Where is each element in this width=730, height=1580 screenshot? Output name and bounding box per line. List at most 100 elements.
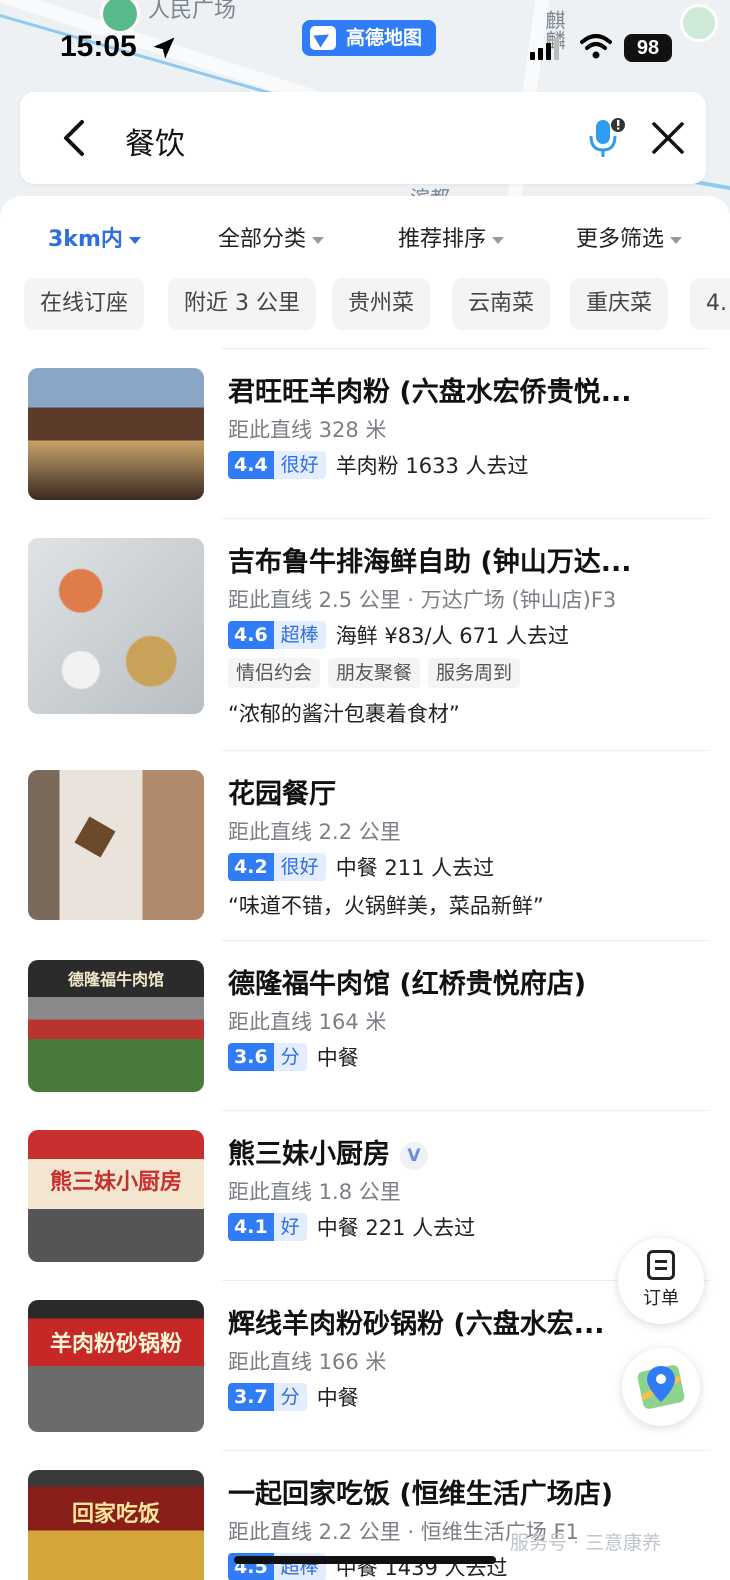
chip-more[interactable]: 4. — [690, 278, 730, 330]
list-item[interactable]: 君旺旺羊肉粉 (六盘水宏侨贵悦... 距此直线 328 米 4.4 很好 羊肉粉 1… — [0, 348, 730, 518]
chip-chongqing[interactable]: 重庆菜 — [570, 278, 669, 330]
filter-sort[interactable]: 推荐排序 — [398, 220, 505, 260]
rating-label: 分 — [273, 1043, 307, 1071]
restaurant-distance: 距此直线 2.5 公里 · 万达广场 (钟山店)F3 — [228, 588, 617, 612]
divider — [222, 1110, 710, 1111]
divider — [222, 348, 710, 349]
chip-guizhou[interactable]: 贵州菜 — [332, 278, 431, 330]
chip-online-booking[interactable]: 在线订座 — [24, 278, 145, 330]
rating-score: 4.1 — [228, 1213, 274, 1241]
map-pin-icon — [637, 1365, 685, 1409]
search-bar[interactable]: 餐饮 — [20, 92, 706, 184]
battery-indicator: 98 — [624, 34, 672, 62]
feature-tag: 情侣约会 — [228, 658, 321, 688]
quick-filter-chips: 在线订座 附近 3 公里 贵州菜 云南菜 重庆菜 4. — [0, 278, 730, 330]
home-indicator[interactable] — [234, 1556, 496, 1564]
restaurant-photo[interactable] — [28, 368, 204, 500]
rating-row: 3.7 分中餐 — [228, 1382, 359, 1412]
storefront-sign: 熊三妹小厨房 — [49, 1170, 182, 1195]
orders-button[interactable]: 订单 — [618, 1238, 704, 1324]
rating-score: 4.6 — [228, 621, 274, 649]
rating-row: 4.4 很好 羊肉粉 1633 人去过 — [228, 450, 528, 480]
restaurant-meta: 中餐 — [316, 1046, 359, 1070]
list-item[interactable]: 吉布鲁牛排海鲜自助 (钟山万达... 距此直线 2.5 公里 · 万达广场 (钟… — [0, 518, 730, 750]
rating-score: 3.6 — [228, 1043, 274, 1071]
feature-tag: 朋友聚餐 — [328, 658, 421, 688]
filter-distance[interactable]: 3km内 — [48, 220, 141, 260]
voice-input-icon[interactable] — [586, 116, 626, 160]
filter-label: 全部分类 — [218, 227, 307, 252]
restaurant-meta: 海鲜 ¥83/人 671 人去过 — [335, 624, 569, 648]
watermark: 服务号 · 三意康养 — [510, 1532, 662, 1554]
filter-label: 推荐排序 — [398, 227, 487, 252]
filter-category[interactable]: 全部分类 — [218, 220, 325, 260]
restaurant-name: 熊三妹小厨房 V — [228, 1132, 668, 1171]
list-item[interactable]: 德隆福牛肉馆 德隆福牛肉馆 (红桥贵悦府店) 距此直线 164 米 3.6 分中餐 — [0, 940, 730, 1110]
rating-row: 4.2 很好 中餐 211 人去过 — [228, 852, 494, 882]
back-arrow-icon[interactable] — [56, 118, 96, 158]
rating-label: 很好 — [273, 451, 326, 479]
list-item[interactable]: 花园餐厅 距此直线 2.2 公里 4.2 很好 中餐 211 人去过 “味道不错，火… — [0, 750, 730, 940]
rating-score: 4.2 — [228, 853, 274, 881]
rating-label: 好 — [273, 1213, 307, 1241]
restaurant-photo[interactable]: 羊肉粉砂锅粉 — [28, 1300, 204, 1432]
restaurant-distance: 距此直线 328 米 — [228, 418, 387, 442]
restaurant-name: 吉布鲁牛排海鲜自助 (钟山万达... — [228, 547, 632, 578]
search-input[interactable]: 餐饮 — [125, 119, 185, 163]
storefront-sign: 羊肉粉砂锅粉 — [49, 1332, 182, 1357]
restaurant-name-text: 熊三妹小厨房 — [228, 1139, 390, 1170]
divider — [222, 518, 710, 519]
results-panel: 3km内 全部分类 推荐排序 更多筛选 在线订座 附近 3 公里 贵州菜 云南菜… — [0, 196, 730, 1580]
filter-label: 3km内 — [48, 227, 123, 252]
list-item[interactable]: 熊三妹小厨房 熊三妹小厨房 V 距此直线 1.8 公里 4.1 好中餐 221 人去… — [0, 1110, 730, 1280]
restaurant-name: 德隆福牛肉馆 (红桥贵悦府店) — [228, 969, 587, 1000]
app-badge[interactable]: 高德地图 — [302, 20, 437, 56]
feature-tags: 情侣约会 朋友聚餐 服务周到 — [228, 658, 528, 688]
rating-score: 4.4 — [228, 451, 274, 479]
chip-nearby[interactable]: 附近 3 公里 — [168, 278, 316, 330]
verified-badge-icon: V — [400, 1141, 428, 1170]
navigation-icon — [310, 26, 336, 50]
storefront-sign: 德隆福牛肉馆 — [67, 970, 164, 989]
filter-bar: 3km内 全部分类 推荐排序 更多筛选 — [0, 220, 730, 260]
rating-label: 很好 — [273, 853, 326, 881]
status-bar: 15:05 高德地图 98 — [0, 20, 730, 76]
caret-down-icon — [492, 236, 505, 244]
status-time: 15:05 — [60, 30, 137, 63]
feature-tag: 服务周到 — [428, 658, 521, 688]
restaurant-distance: 距此直线 164 米 — [228, 1010, 387, 1034]
restaurant-name: 辉线羊肉粉砂锅粉 (六盘水宏... — [228, 1309, 605, 1340]
door-decoration — [74, 816, 116, 858]
filter-more[interactable]: 更多筛选 — [576, 220, 683, 260]
filter-label: 更多筛选 — [576, 227, 665, 252]
caret-down-icon — [312, 236, 325, 244]
app-badge-label: 高德地图 — [346, 27, 423, 49]
review-quote: “味道不错，火锅鲜美，菜品新鲜” — [228, 894, 544, 918]
divider — [222, 750, 710, 751]
restaurant-photo[interactable]: 德隆福牛肉馆 — [28, 960, 204, 1092]
wifi-icon — [580, 34, 612, 59]
map-view-button[interactable] — [622, 1348, 700, 1426]
rating-score: 3.7 — [228, 1383, 274, 1411]
cellular-signal-icon — [530, 38, 560, 60]
restaurant-meta: 中餐 211 人去过 — [335, 856, 495, 880]
restaurant-photo[interactable] — [28, 770, 204, 920]
restaurant-name: 一起回家吃饭 (恒维生活广场店) — [228, 1479, 614, 1510]
restaurant-distance: 距此直线 166 米 — [228, 1350, 387, 1374]
caret-down-icon — [128, 236, 141, 244]
restaurant-name: 花园餐厅 — [228, 779, 336, 810]
chip-yunnan[interactable]: 云南菜 — [452, 278, 551, 330]
close-icon[interactable] — [648, 118, 688, 158]
rating-label: 分 — [273, 1383, 307, 1411]
rating-row: 4.1 好中餐 221 人去过 — [228, 1212, 475, 1242]
restaurant-photo[interactable]: 回家吃饭 — [28, 1470, 204, 1580]
divider — [222, 1450, 710, 1451]
restaurant-meta: 中餐 221 人去过 — [316, 1216, 476, 1240]
rating-row: 3.6 分中餐 — [228, 1042, 359, 1072]
rating-row: 4.6 超棒 海鲜 ¥83/人 671 人去过 — [228, 620, 569, 650]
restaurant-photo[interactable] — [28, 538, 204, 714]
orders-label: 订单 — [643, 1288, 679, 1309]
restaurant-photo[interactable]: 熊三妹小厨房 — [28, 1130, 204, 1262]
restaurant-meta: 中餐 — [316, 1386, 359, 1410]
divider — [222, 940, 710, 941]
